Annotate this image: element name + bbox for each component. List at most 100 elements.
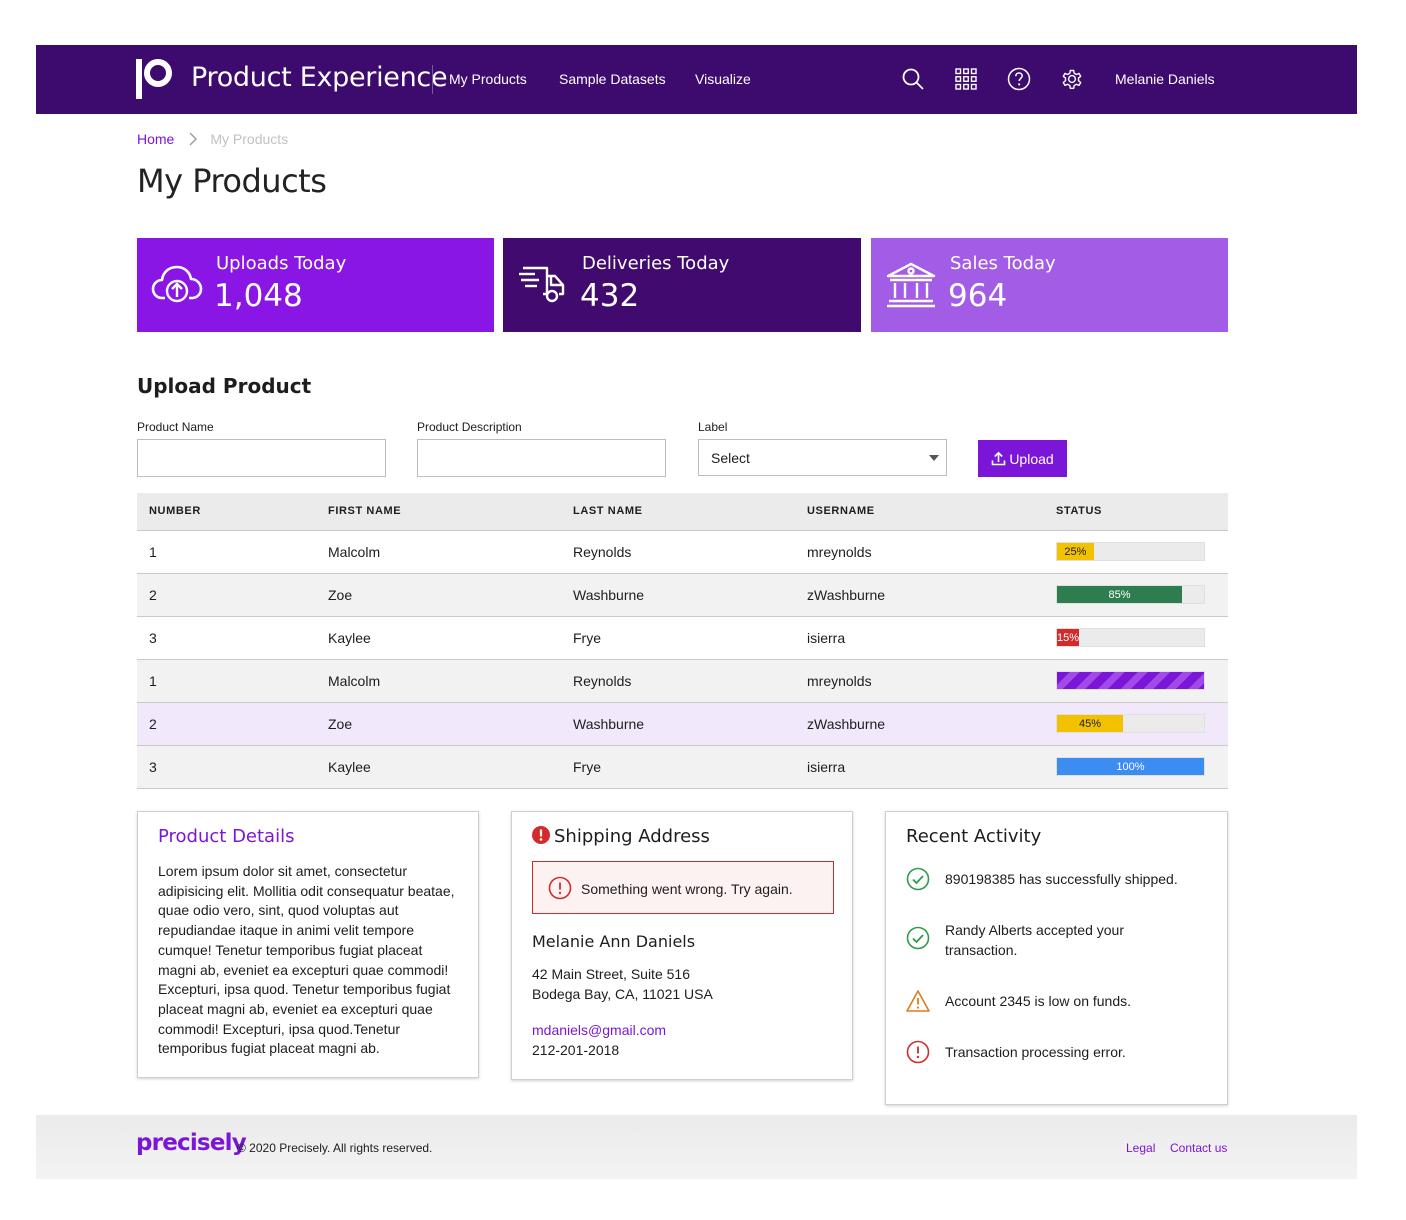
stat-value: 964 — [948, 278, 1008, 314]
help-icon[interactable] — [1007, 67, 1031, 91]
product-details-title: Product Details — [158, 826, 295, 847]
cell-last-name: Frye — [573, 616, 807, 660]
table-row[interactable]: 1 Malcolm Reynolds mreynolds 25% — [137, 530, 1228, 574]
activity-text: 890198385 has successfully shipped. — [945, 871, 1178, 887]
column-header-first-name[interactable]: FIRST NAME — [328, 493, 573, 531]
column-header-status[interactable]: STATUS — [1056, 493, 1228, 531]
table-row-highlighted[interactable]: 2 Zoe Washburne zWashburne 45% — [137, 702, 1228, 746]
upload-button-label: Upload — [1009, 450, 1054, 467]
product-details-card: Product Details Lorem ipsum dolor sit am… — [137, 811, 479, 1078]
status-progress-bar: 25% — [1056, 542, 1205, 561]
table-row[interactable]: 3 Kaylee Frye isierra 100% — [137, 745, 1228, 789]
cell-first-name: Zoe — [328, 702, 573, 746]
upload-section-title: Upload Product — [137, 374, 312, 398]
progress-fill-indeterminate — [1057, 672, 1204, 689]
settings-gear-icon[interactable] — [1060, 67, 1084, 91]
cell-number: 1 — [137, 530, 328, 574]
cell-number: 2 — [137, 702, 328, 746]
stat-label: Uploads Today — [216, 253, 347, 274]
cell-status — [1056, 659, 1228, 703]
shipping-address-line1: 42 Main Street, Suite 516 — [532, 966, 690, 982]
table-row[interactable]: 3 Kaylee Frye isierra 15% — [137, 616, 1228, 660]
cell-username: zWashburne — [807, 573, 1056, 617]
shipping-recipient-name: Melanie Ann Daniels — [532, 932, 696, 951]
cell-number: 3 — [137, 745, 328, 789]
column-header-last-name[interactable]: LAST NAME — [573, 493, 807, 531]
breadcrumb-current: My Products — [210, 131, 289, 147]
header-divider — [432, 65, 433, 94]
cell-status: 45% — [1056, 702, 1228, 746]
footer: precisely © 2020 Precisely. All rights r… — [36, 1115, 1357, 1179]
activity-item[interactable]: 890198385 has successfully shipped. — [906, 867, 1185, 891]
activity-item[interactable]: Randy Alberts accepted your transaction. — [906, 920, 1185, 960]
status-progress-bar: 15% — [1056, 628, 1205, 647]
shipping-email-link[interactable]: mdaniels@gmail.com — [532, 1022, 666, 1038]
cell-first-name: Kaylee — [328, 745, 573, 789]
status-progress-bar: 85% — [1056, 585, 1205, 604]
warning-triangle-icon — [906, 990, 930, 1012]
progress-fill: 85% — [1057, 586, 1182, 603]
cloud-upload-icon — [151, 265, 203, 303]
breadcrumb-home-link[interactable]: Home — [137, 131, 174, 147]
table-header-row: NUMBER FIRST NAME LAST NAME USERNAME STA… — [137, 493, 1228, 531]
stat-label: Sales Today — [950, 253, 1056, 274]
activity-text: Randy Alberts accepted your transaction. — [945, 922, 1124, 958]
table-row[interactable]: 2 Zoe Washburne zWashburne 85% — [137, 573, 1228, 617]
nav-visualize[interactable]: Visualize — [695, 71, 751, 87]
cell-first-name: Malcolm — [328, 530, 573, 574]
progress-fill: 45% — [1057, 715, 1124, 732]
shipping-address-card: Shipping Address Something went wrong. T… — [511, 811, 853, 1080]
cell-username: isierra — [807, 745, 1056, 789]
status-progress-bar: 100% — [1056, 757, 1205, 776]
label-select-label: Label — [698, 420, 728, 434]
cell-last-name: Washburne — [573, 702, 807, 746]
table-row[interactable]: 1 Malcolm Reynolds mreynolds — [137, 659, 1228, 703]
delivery-truck-icon — [519, 266, 565, 303]
cell-first-name: Zoe — [328, 573, 573, 617]
progress-fill: 25% — [1057, 543, 1094, 560]
bank-icon — [886, 262, 936, 308]
error-alert-icon — [532, 826, 550, 844]
recent-activity-card: Recent Activity 890198385 has successful… — [885, 811, 1228, 1105]
precisely-logo-icon[interactable] — [136, 59, 172, 99]
cell-first-name: Malcolm — [328, 659, 573, 703]
activity-item[interactable]: Account 2345 is low on funds. — [906, 990, 1185, 1013]
cell-username: mreynolds — [807, 530, 1056, 574]
nav-my-products[interactable]: My Products — [449, 71, 527, 87]
apps-grid-icon[interactable] — [954, 67, 978, 91]
error-circle-icon — [906, 1040, 930, 1064]
app-title[interactable]: Product Experience — [191, 62, 448, 93]
cell-last-name: Washburne — [573, 573, 807, 617]
cell-number: 3 — [137, 616, 328, 660]
cell-username: zWashburne — [807, 702, 1056, 746]
footer-link-contact[interactable]: Contact us — [1170, 1141, 1227, 1155]
stat-label: Deliveries Today — [582, 253, 730, 274]
cell-last-name: Reynolds — [573, 530, 807, 574]
cell-number: 2 — [137, 573, 328, 617]
error-message-box: Something went wrong. Try again. — [532, 861, 834, 914]
copyright-text: © 2020 Precisely. All rights reserved. — [237, 1141, 433, 1155]
column-header-username[interactable]: USERNAME — [807, 493, 1056, 531]
upload-button[interactable]: Upload — [978, 440, 1067, 477]
nav-sample-datasets[interactable]: Sample Datasets — [559, 71, 666, 87]
progress-fill: 100% — [1057, 758, 1204, 775]
product-description-input[interactable] — [417, 439, 666, 477]
status-progress-bar: 45% — [1056, 714, 1205, 733]
product-description-label: Product Description — [417, 420, 522, 434]
stat-value: 1,048 — [214, 278, 303, 314]
user-menu[interactable]: Melanie Daniels — [1115, 71, 1215, 87]
recent-activity-title: Recent Activity — [906, 826, 1042, 847]
footer-link-legal[interactable]: Legal — [1126, 1141, 1155, 1155]
column-header-number[interactable]: NUMBER — [137, 493, 328, 531]
caret-down-icon — [929, 455, 939, 461]
cell-number: 1 — [137, 659, 328, 703]
cell-status: 25% — [1056, 530, 1228, 574]
product-name-input[interactable] — [137, 439, 386, 477]
success-check-icon — [906, 926, 930, 950]
label-select[interactable]: Select — [698, 439, 947, 476]
activity-item[interactable]: Transaction processing error. — [906, 1040, 1185, 1064]
search-icon[interactable] — [901, 67, 925, 91]
footer-logo[interactable]: precisely — [136, 1130, 247, 1156]
cell-last-name: Frye — [573, 745, 807, 789]
cell-status: 85% — [1056, 573, 1228, 617]
